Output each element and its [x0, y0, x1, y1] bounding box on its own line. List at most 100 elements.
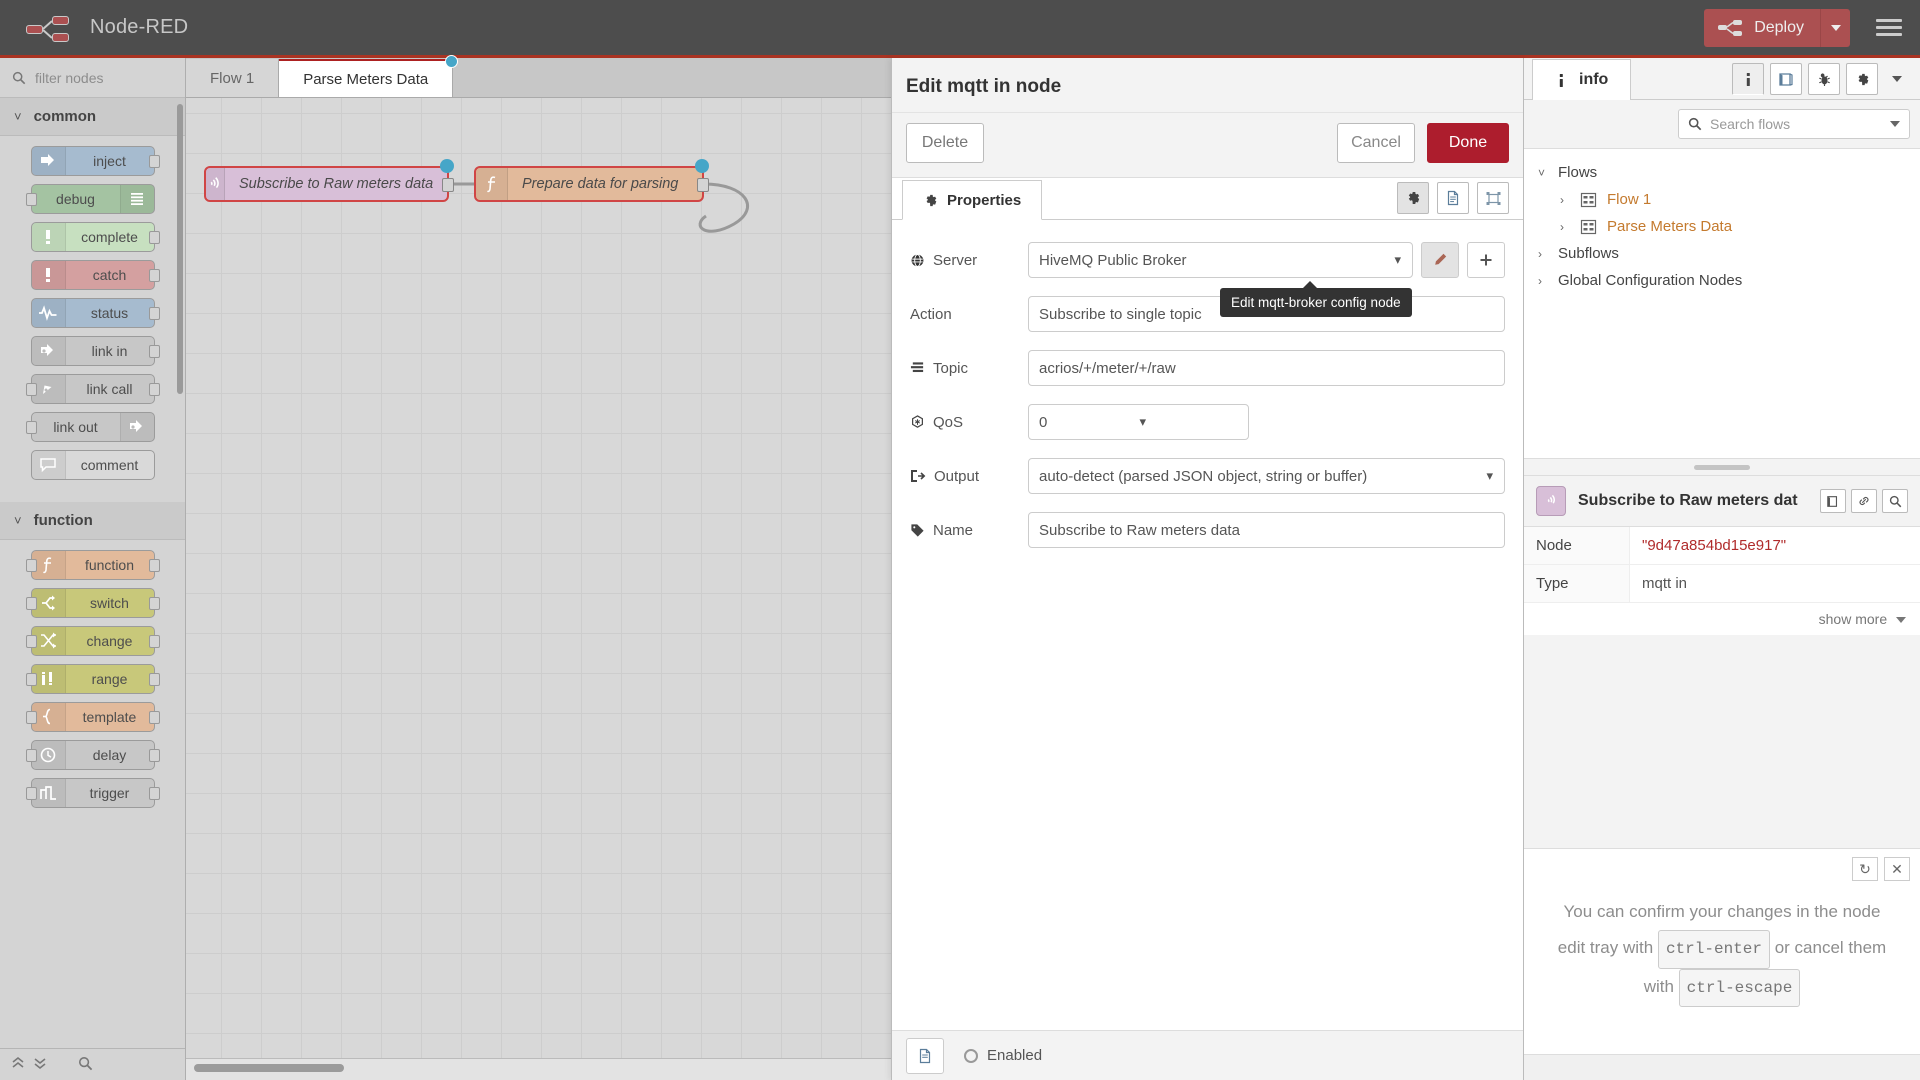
tree-item-flows[interactable]: ˅Flows [1524, 159, 1920, 186]
flow-tab-parse-meters-data[interactable]: Parse Meters Data [279, 59, 453, 97]
deploy-main[interactable]: Deploy [1704, 9, 1820, 47]
palette-node-comment[interactable]: comment [31, 450, 155, 480]
node-output-port[interactable] [149, 383, 160, 396]
node-output-port[interactable] [697, 178, 709, 192]
node-output-port[interactable] [149, 787, 160, 800]
node-input-port[interactable] [26, 383, 37, 396]
node-output-port[interactable] [442, 178, 454, 192]
node-output-port[interactable] [149, 155, 160, 168]
palette-node-inject[interactable]: inject [31, 146, 155, 176]
expand-all-icon[interactable] [32, 1055, 48, 1074]
node-output-port[interactable] [149, 345, 160, 358]
node-description-button[interactable] [906, 1038, 944, 1074]
flow-node[interactable]: Subscribe to Raw meters data [204, 166, 449, 202]
palette-node-link-out[interactable]: link out [31, 412, 155, 442]
delete-button[interactable]: Delete [906, 123, 984, 163]
palette-node-complete[interactable]: complete [31, 222, 155, 252]
chevron-down-icon[interactable]: ˅ [1538, 166, 1548, 180]
node-output-port[interactable] [149, 749, 160, 762]
palette-node-link-call[interactable]: link call [31, 374, 155, 404]
palette-node-debug[interactable]: debug [31, 184, 155, 214]
description-tab-button[interactable] [1437, 182, 1469, 214]
node-input-port[interactable] [26, 597, 37, 610]
palette-node-delay[interactable]: delay [31, 740, 155, 770]
server-select[interactable] [1028, 242, 1413, 278]
flow-tab-flow-1[interactable]: Flow 1 [186, 59, 279, 97]
node-input-port[interactable] [26, 749, 37, 762]
chevron-right-icon[interactable]: › [1538, 274, 1548, 288]
sidebar-tab-info-button[interactable] [1732, 63, 1764, 95]
chevron-right-icon[interactable]: › [1560, 193, 1570, 207]
palette-scrollbar[interactable] [177, 104, 183, 394]
cancel-button[interactable]: Cancel [1337, 123, 1415, 163]
name-input[interactable] [1028, 512, 1505, 548]
edit-mqtt-broker-config-button[interactable] [1421, 242, 1459, 278]
chevron-right-icon[interactable]: › [1538, 247, 1548, 261]
show-more-button[interactable]: show more [1524, 603, 1920, 635]
node-input-port[interactable] [26, 193, 37, 206]
node-input-port[interactable] [26, 711, 37, 724]
palette-node-template[interactable]: template [31, 702, 155, 732]
palette-node-link-in[interactable]: link in [31, 336, 155, 366]
palette-category-common[interactable]: ˅common [0, 98, 185, 136]
collapse-all-icon[interactable] [10, 1055, 26, 1074]
header-actions: Deploy [1704, 9, 1920, 47]
qos-select[interactable] [1028, 404, 1249, 440]
chevron-down-icon[interactable] [1890, 121, 1900, 127]
sidebar-tab-debug-button[interactable] [1808, 63, 1840, 95]
deploy-dropdown-button[interactable] [1820, 9, 1850, 47]
palette-footer-search-icon[interactable] [78, 1056, 93, 1074]
palette-node-range[interactable]: range [31, 664, 155, 694]
node-output-port[interactable] [149, 231, 160, 244]
palette-node-change[interactable]: change [31, 626, 155, 656]
node-input-port[interactable] [26, 421, 37, 434]
done-button[interactable]: Done [1427, 123, 1509, 163]
enabled-toggle[interactable]: Enabled [964, 1047, 1042, 1064]
palette-node-status[interactable]: status [31, 298, 155, 328]
node-help-button[interactable] [1820, 489, 1846, 513]
canvas-horizontal-scrollbar[interactable] [194, 1064, 344, 1072]
tree-item-flow-1[interactable]: ›Flow 1 [1524, 186, 1920, 213]
tree-item-global-configuration-nodes[interactable]: ›Global Configuration Nodes [1524, 267, 1920, 294]
palette-node-function[interactable]: function [31, 550, 155, 580]
flow-canvas[interactable]: Subscribe to Raw meters data Prepare data… [186, 98, 891, 1058]
close-icon[interactable]: ✕ [1884, 857, 1910, 881]
deploy-button[interactable]: Deploy [1704, 9, 1850, 47]
palette-node-catch[interactable]: catch [31, 260, 155, 290]
sidebar-splitter[interactable] [1524, 459, 1920, 475]
palette-search[interactable]: filter nodes [0, 58, 185, 98]
appearance-tab-button[interactable] [1477, 182, 1509, 214]
sidebar-tab-info[interactable]: info [1532, 59, 1631, 100]
output-select[interactable] [1028, 458, 1505, 494]
node-output-port[interactable] [149, 635, 160, 648]
tree-item-subflows[interactable]: ›Subflows [1524, 240, 1920, 267]
add-mqtt-broker-config-button[interactable] [1467, 242, 1505, 278]
palette-node-trigger[interactable]: trigger [31, 778, 155, 808]
tab-properties[interactable]: Properties [902, 180, 1042, 220]
node-input-port[interactable] [26, 635, 37, 648]
sidebar-tab-help-button[interactable] [1770, 63, 1802, 95]
flow-node[interactable]: Prepare data for parsing [474, 166, 704, 202]
sidebar-more-menu[interactable] [1884, 76, 1910, 82]
node-link-button[interactable] [1851, 489, 1877, 513]
tree-item-parse-meters-data[interactable]: ›Parse Meters Data [1524, 213, 1920, 240]
hamburger-menu-icon[interactable] [1876, 19, 1902, 36]
sidebar-tab-config-button[interactable] [1846, 63, 1878, 95]
properties-tab-button[interactable] [1397, 182, 1429, 214]
node-input-port[interactable] [26, 559, 37, 572]
node-input-port[interactable] [26, 787, 37, 800]
palette-node-switch[interactable]: switch [31, 588, 155, 618]
node-output-port[interactable] [149, 307, 160, 320]
chevron-right-icon[interactable]: › [1560, 220, 1570, 234]
refresh-icon[interactable]: ↻ [1852, 857, 1878, 881]
node-output-port[interactable] [149, 711, 160, 724]
palette-category-function[interactable]: ˅function [0, 502, 185, 540]
node-reveal-button[interactable] [1882, 489, 1908, 513]
node-output-port[interactable] [149, 597, 160, 610]
node-output-port[interactable] [149, 559, 160, 572]
search-flows-input[interactable]: Search flows [1678, 109, 1910, 139]
topic-input[interactable] [1028, 350, 1505, 386]
node-input-port[interactable] [26, 673, 37, 686]
node-output-port[interactable] [149, 673, 160, 686]
node-output-port[interactable] [149, 269, 160, 282]
